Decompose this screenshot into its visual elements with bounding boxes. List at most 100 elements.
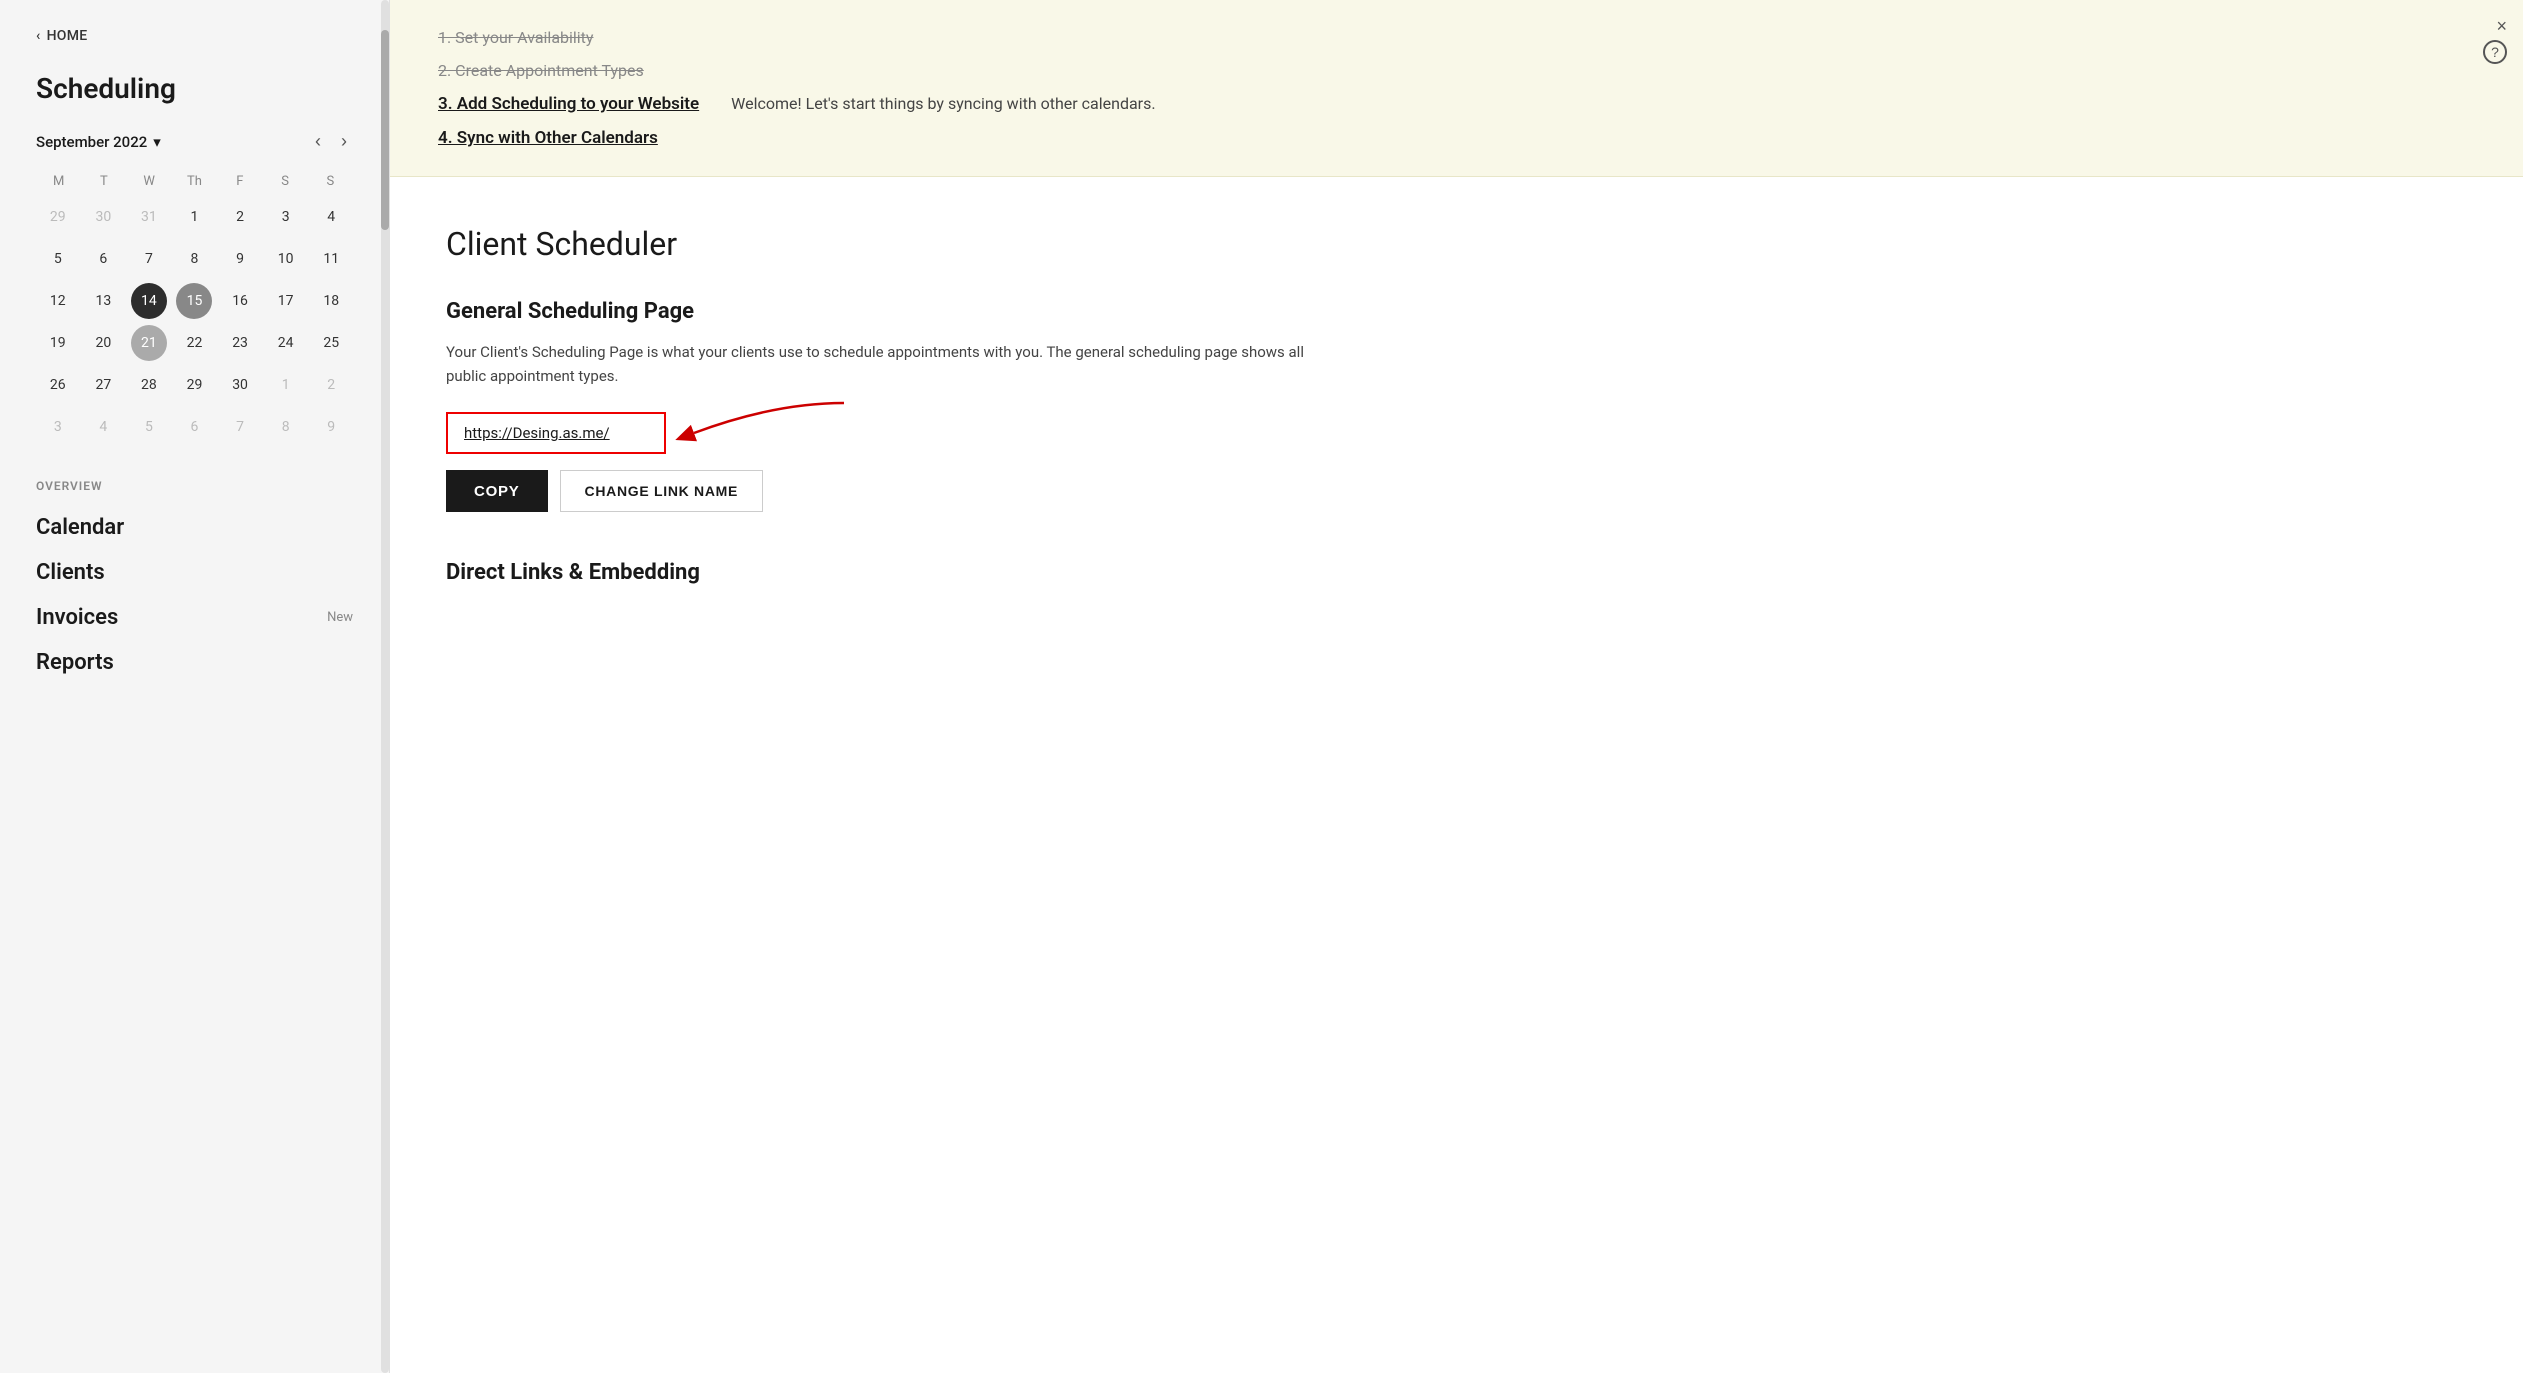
next-month-button[interactable]: › — [335, 129, 353, 154]
main-content: × ? 1. Set your Availability 2. Create A… — [390, 0, 2523, 1373]
day-header-t: T — [81, 170, 126, 193]
banner-item-3: 3. Add Scheduling to your Website Welcom… — [438, 94, 2475, 114]
calendar-day-7[interactable]: 7 — [222, 409, 258, 445]
prev-month-button[interactable]: ‹ — [309, 129, 327, 154]
calendar-day-3[interactable]: 3 — [268, 199, 304, 235]
calendar-day-20[interactable]: 20 — [85, 325, 121, 361]
day-header-th: Th — [172, 170, 217, 193]
calendar-day-11[interactable]: 11 — [313, 241, 349, 277]
day-header-f: F — [217, 170, 262, 193]
red-arrow-svg — [674, 393, 854, 453]
calendar-day-5[interactable]: 5 — [131, 409, 167, 445]
back-label: HOME — [47, 28, 88, 44]
calendar-day-30[interactable]: 30 — [85, 199, 121, 235]
banner-step-3[interactable]: 3. Add Scheduling to your Website — [438, 94, 699, 114]
calendar-day-9[interactable]: 9 — [313, 409, 349, 445]
calendar-day-8[interactable]: 8 — [176, 241, 212, 277]
calendar-day-19[interactable]: 19 — [40, 325, 76, 361]
calendar-day-12[interactable]: 12 — [40, 283, 76, 319]
sidebar-scroll-thumb — [381, 30, 389, 230]
calendar-nav: ‹ › — [309, 129, 353, 154]
calendar-header: September 2022 ▾ ‹ › — [36, 129, 353, 154]
day-header-w: W — [127, 170, 172, 193]
nav-badge: New — [327, 610, 353, 625]
calendar-day-22[interactable]: 22 — [176, 325, 212, 361]
chevron-left-icon: ‹ — [36, 28, 41, 44]
banner-items: 1. Set your Availability 2. Create Appoi… — [438, 28, 2475, 148]
banner-step-1[interactable]: 1. Set your Availability — [438, 28, 593, 47]
calendar-day-24[interactable]: 24 — [268, 325, 304, 361]
calendar-day-7[interactable]: 7 — [131, 241, 167, 277]
sidebar-nav-item-calendar[interactable]: Calendar — [36, 505, 353, 550]
calendar-day-9[interactable]: 9 — [222, 241, 258, 277]
calendar-day-4[interactable]: 4 — [85, 409, 121, 445]
calendar-day-3[interactable]: 3 — [40, 409, 76, 445]
calendar-grid: M T W Th F S S 2930311234567891011121314… — [36, 170, 353, 447]
nav-item-label: Invoices — [36, 605, 118, 630]
day-header-s2: S — [308, 170, 353, 193]
calendar-day-6[interactable]: 6 — [176, 409, 212, 445]
nav-item-label: Reports — [36, 650, 114, 675]
back-link[interactable]: ‹ HOME — [36, 28, 353, 44]
content-area: Client Scheduler General Scheduling Page… — [390, 177, 2523, 633]
calendar-day-23[interactable]: 23 — [222, 325, 258, 361]
calendar-day-10[interactable]: 10 — [268, 241, 304, 277]
calendar-day-2[interactable]: 2 — [313, 367, 349, 403]
banner-item-4: 4. Sync with Other Calendars — [438, 128, 2475, 148]
banner-item-1: 1. Set your Availability — [438, 28, 2475, 47]
calendar-day-30[interactable]: 30 — [222, 367, 258, 403]
page-title: Client Scheduler — [446, 225, 2467, 263]
calendar-day-29[interactable]: 29 — [40, 199, 76, 235]
calendar-day-6[interactable]: 6 — [85, 241, 121, 277]
calendar-day-2[interactable]: 2 — [222, 199, 258, 235]
change-link-button[interactable]: CHANGE LINK NAME — [560, 470, 764, 512]
calendar-month-label: September 2022 — [36, 133, 147, 151]
day-header-s1: S — [262, 170, 307, 193]
url-box[interactable]: https://Desing.as.me/ — [446, 412, 666, 454]
calendar-day-1[interactable]: 1 — [268, 367, 304, 403]
sidebar-nav-item-invoices[interactable]: Invoices New — [36, 595, 353, 640]
calendar-month-selector[interactable]: September 2022 ▾ — [36, 133, 161, 151]
sidebar-nav-item-reports[interactable]: Reports — [36, 640, 353, 685]
calendar-day-27[interactable]: 27 — [85, 367, 121, 403]
calendar-day-8[interactable]: 8 — [268, 409, 304, 445]
help-circle-icon: ? — [2483, 40, 2507, 64]
banner-help-button[interactable]: ? — [2483, 40, 2507, 64]
banner-description: Welcome! Let's start things by syncing w… — [731, 94, 1155, 113]
sidebar-title: Scheduling — [36, 72, 353, 105]
banner: × ? 1. Set your Availability 2. Create A… — [390, 0, 2523, 177]
copy-button[interactable]: COPY — [446, 470, 548, 512]
calendar-day-5[interactable]: 5 — [40, 241, 76, 277]
direct-links-title: Direct Links & Embedding — [446, 560, 2467, 585]
sidebar: ‹ HOME Scheduling September 2022 ▾ ‹ › M… — [0, 0, 390, 1373]
banner-close-button[interactable]: × — [2496, 16, 2507, 37]
nav-item-label: Clients — [36, 560, 105, 585]
calendar-day-1[interactable]: 1 — [176, 199, 212, 235]
calendar-day-16[interactable]: 16 — [222, 283, 258, 319]
calendar-day-14[interactable]: 14 — [131, 283, 167, 319]
banner-item-2: 2. Create Appointment Types — [438, 61, 2475, 80]
dropdown-icon: ▾ — [153, 133, 161, 151]
sidebar-nav-item-clients[interactable]: Clients — [36, 550, 353, 595]
calendar-day-29[interactable]: 29 — [176, 367, 212, 403]
calendar-day-25[interactable]: 25 — [313, 325, 349, 361]
calendar-day-17[interactable]: 17 — [268, 283, 304, 319]
banner-step-2[interactable]: 2. Create Appointment Types — [438, 61, 644, 80]
calendar-body: 2930311234567891011121314151617181920212… — [36, 197, 353, 447]
calendar-day-28[interactable]: 28 — [131, 367, 167, 403]
calendar-day-21[interactable]: 21 — [131, 325, 167, 361]
calendar-day-13[interactable]: 13 — [85, 283, 121, 319]
nav-item-label: Calendar — [36, 515, 124, 540]
direct-links-section: Direct Links & Embedding — [446, 560, 2467, 585]
calendar-days-header: M T W Th F S S — [36, 170, 353, 193]
banner-step-4[interactable]: 4. Sync with Other Calendars — [438, 128, 658, 148]
day-header-m: M — [36, 170, 81, 193]
calendar-day-15[interactable]: 15 — [176, 283, 212, 319]
calendar-day-31[interactable]: 31 — [131, 199, 167, 235]
general-section-description: Your Client's Scheduling Page is what yo… — [446, 340, 1346, 388]
overview-section: OVERVIEW CalendarClientsInvoicesNewRepor… — [36, 479, 353, 685]
calendar-day-4[interactable]: 4 — [313, 199, 349, 235]
calendar-day-26[interactable]: 26 — [40, 367, 76, 403]
calendar-day-18[interactable]: 18 — [313, 283, 349, 319]
sidebar-scrollbar[interactable] — [381, 0, 389, 1373]
